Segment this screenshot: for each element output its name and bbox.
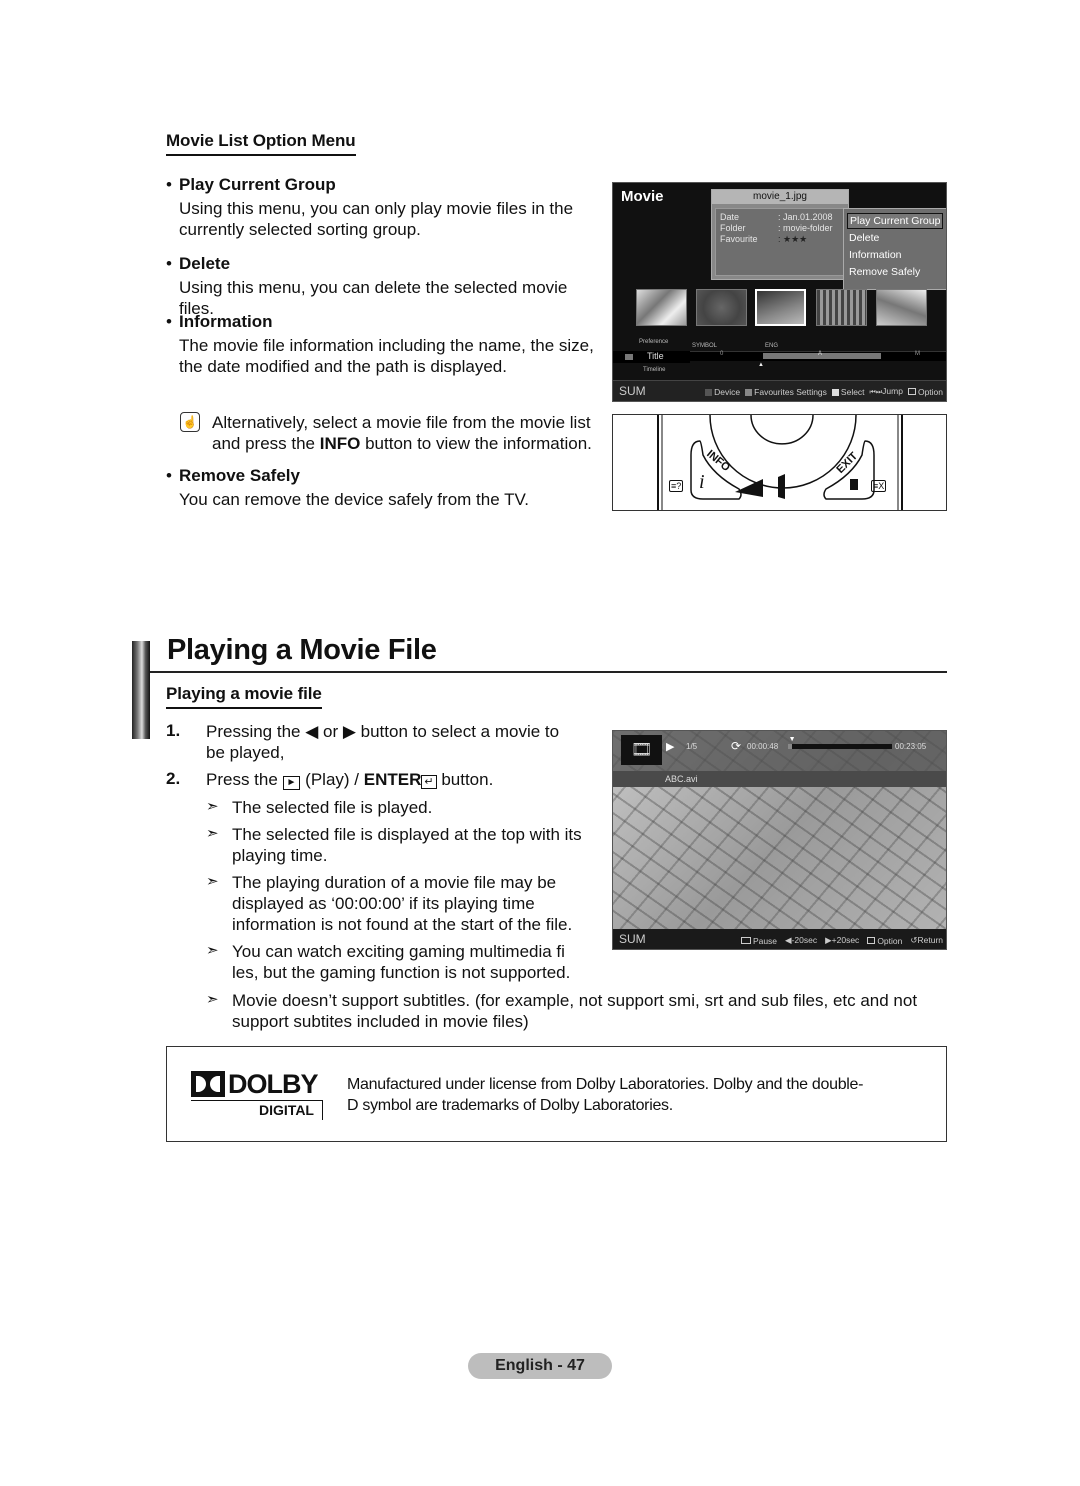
thumbnail[interactable] xyxy=(816,289,867,326)
menu-exit-icon: ≡X xyxy=(871,480,887,492)
left-arrow-icon xyxy=(735,479,763,497)
title-divider xyxy=(150,671,947,673)
footer-option[interactable]: Option xyxy=(907,387,943,397)
footer-pause[interactable]: Pause xyxy=(740,936,777,946)
note-1: ➣ The selected file is played. xyxy=(206,798,433,817)
cursor-bar xyxy=(778,474,785,499)
section-title: Playing a Movie File xyxy=(167,634,437,666)
sort-current[interactable]: Title xyxy=(647,351,664,361)
info-row-favourite: Favourite: ★★★ xyxy=(720,234,808,244)
thumbnail[interactable] xyxy=(876,289,927,326)
bullet-title: Remove Safely xyxy=(179,466,300,485)
play-button-icon: ► xyxy=(282,776,301,790)
info-row-folder: Folder: movie-folder xyxy=(720,223,833,233)
info-glyph-icon: i xyxy=(699,471,705,493)
footer-sum-label: SUM xyxy=(619,384,646,398)
arrow-icon: ➣ xyxy=(206,798,219,815)
file-counter: 1/5 xyxy=(686,742,698,751)
yellow-button-icon xyxy=(831,388,839,396)
menu-item-play-current-group[interactable]: Play Current Group xyxy=(847,213,943,229)
note-2: ➣ The selected file is displayed at the … xyxy=(206,825,582,865)
playback-info-bar: 🎞 ▶ 1/5 ⟳ 00:00:48 ▼ 00:23:05 xyxy=(613,731,946,771)
note-3: ➣ The playing duration of a movie file m… xyxy=(206,873,573,934)
menu-item-information[interactable]: Information xyxy=(847,247,943,264)
enter-button-icon: ↵ xyxy=(421,775,437,789)
bullet-information: • Information The movie file information … xyxy=(166,312,594,376)
dolby-license-box: DOLBY DIGITAL Manufactured under license… xyxy=(166,1046,947,1142)
sort-marker-icon: ▲ xyxy=(758,362,764,368)
thumbnail[interactable] xyxy=(696,289,747,326)
note-hand-icon: ☝ xyxy=(180,412,200,432)
footer-jump[interactable]: ⏮⏭Jump xyxy=(870,386,903,397)
page-number-badge: English - 47 xyxy=(468,1353,612,1379)
popup-filename: movie_1.jpg xyxy=(712,190,848,204)
red-button-icon xyxy=(705,388,713,396)
step-1: 1. Pressing the ◀ or ▶ button to select … xyxy=(166,721,560,762)
elapsed-time: 00:00:48 xyxy=(747,742,779,751)
option-icon xyxy=(907,387,916,395)
movie-reel-icon: 🎞 xyxy=(621,735,662,765)
option-menu-heading: Movie List Option Menu xyxy=(166,131,356,156)
footer-select[interactable]: Select xyxy=(831,387,865,397)
menu-help-icon: ≡? xyxy=(669,480,684,492)
bullet-title: Information xyxy=(179,312,273,331)
menu-item-remove-safely[interactable]: Remove Safely xyxy=(847,264,943,281)
dolby-logo: DOLBY DIGITAL xyxy=(191,1071,323,1120)
screen-title: Movie xyxy=(621,188,664,205)
progress-marker-icon: ▼ xyxy=(788,736,796,743)
dpad-center-ring xyxy=(750,415,814,445)
bullet-delete: • Delete Using this menu, you can delete … xyxy=(166,254,568,318)
remote-drawing xyxy=(657,415,903,510)
note-5: ➣ Movie doesn’t support subtitles. (for … xyxy=(206,991,918,1031)
footer-return[interactable]: ↺Return xyxy=(910,935,943,946)
movie-playback-screen: 🎞 ▶ 1/5 ⟳ 00:00:48 ▼ 00:23:05 ABC.avi SU… xyxy=(612,730,947,950)
note-4: ➣ You can watch exciting gaming multimed… xyxy=(206,942,571,982)
section-marker-bar xyxy=(132,641,150,739)
bullet-title: Delete xyxy=(179,254,231,273)
footer-rewind[interactable]: ◀-20sec xyxy=(785,935,817,946)
movie-list-screen: Movie movie_1.jpg Date: Jan.01.2008 Fold… xyxy=(612,182,947,402)
step-2: 2. Press the ► (Play) / ENTER ↵ button. xyxy=(166,769,494,790)
footer-option[interactable]: Option xyxy=(867,936,902,946)
play-status-icon: ▶ xyxy=(666,741,675,753)
skip-icon: ⏮⏭ xyxy=(869,389,883,396)
repeat-icon: ⟳ xyxy=(731,739,742,753)
enter-icon xyxy=(740,936,751,944)
progress-bar[interactable] xyxy=(788,744,892,749)
remote-control-illustration: INFO i EXIT ≡? ≡X xyxy=(612,414,947,511)
total-time: 00:23:05 xyxy=(895,742,927,751)
thumbnail[interactable] xyxy=(636,289,687,326)
thumbnail-selected[interactable] xyxy=(755,289,806,326)
double-d-icon xyxy=(191,1071,225,1097)
progress-fill xyxy=(788,744,792,749)
screen-footer: SUM Device Favourites Settings Select ⏮⏭… xyxy=(613,380,946,401)
dolby-notice: Manufactured under license from Dolby La… xyxy=(347,1076,864,1114)
footer-favourites-settings[interactable]: Favourites Settings xyxy=(745,387,827,397)
footer-sum-label: SUM xyxy=(619,932,646,946)
playing-subheading: Playing a movie file xyxy=(166,684,322,709)
arrow-icon: ➣ xyxy=(206,942,219,959)
info-row-date: Date: Jan.01.2008 xyxy=(720,212,833,222)
bullet-remove-safely: • Remove Safely You can remove the device… xyxy=(166,466,529,509)
bullet-play-current-group: • Play Current Group Using this menu, you… xyxy=(166,175,574,239)
playback-footer: SUM Pause ◀-20sec ▶+20sec Option ↺Return xyxy=(613,929,946,949)
bullet-title: Play Current Group xyxy=(179,175,336,194)
info-note: ☝ Alternatively, select a movie file fro… xyxy=(180,412,610,454)
option-icon xyxy=(867,936,876,944)
sort-bar: Preference Title Timeline SYMBOL ENG 0 A… xyxy=(613,339,946,380)
green-button-icon xyxy=(745,388,753,396)
playing-filename: ABC.avi xyxy=(613,771,946,787)
dolby-digital-label: DIGITAL xyxy=(191,1100,323,1120)
arrow-icon: ➣ xyxy=(206,873,219,890)
arrow-icon: ➣ xyxy=(206,991,219,1008)
arrow-icon: ➣ xyxy=(206,825,219,842)
sort-icon xyxy=(625,354,633,360)
menu-item-delete[interactable]: Delete xyxy=(847,230,943,247)
footer-forward[interactable]: ▶+20sec xyxy=(825,935,859,946)
exit-door-icon xyxy=(850,479,858,490)
option-menu: Play Current Group Delete Information Re… xyxy=(843,208,946,290)
file-info-popup: movie_1.jpg Date: Jan.01.2008 Folder: mo… xyxy=(711,189,849,280)
dolby-wordmark: DOLBY xyxy=(228,1069,318,1099)
footer-device[interactable]: Device xyxy=(705,387,740,397)
